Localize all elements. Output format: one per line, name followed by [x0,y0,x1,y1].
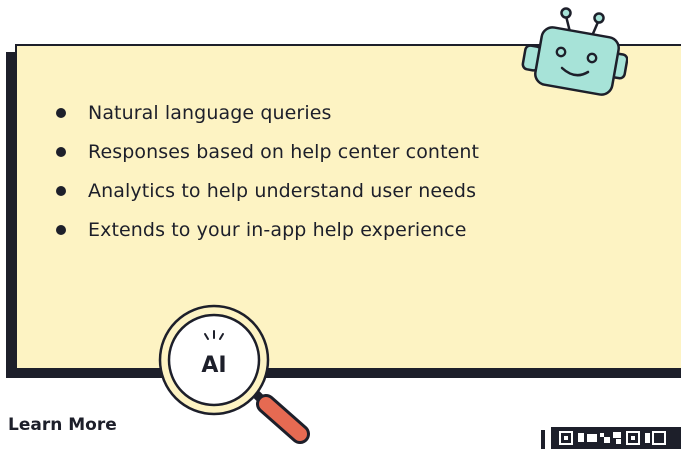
bullet-icon [56,107,66,118]
feature-text: Natural language queries [88,101,332,124]
feature-item: Extends to your in-app help experience [56,210,479,249]
feature-item: Responses based on help center content [56,132,479,171]
bullet-icon [56,146,66,157]
ai-badge-label: AI [201,353,226,378]
feature-list: Natural language queries Responses based… [56,93,479,249]
feature-item: Analytics to help understand user needs [56,171,479,210]
bullet-icon [56,185,66,196]
bullet-icon [56,224,66,235]
feature-text: Responses based on help center content [88,140,480,163]
decorative-graphic [541,427,681,449]
feature-item: Natural language queries [56,93,479,132]
learn-more-link[interactable]: Learn More [8,415,117,435]
feature-text: Extends to your in-app help experience [88,218,467,241]
magnifying-glass-icon: AI [158,304,310,444]
feature-text: Analytics to help understand user needs [88,179,477,202]
robot-icon [521,7,628,96]
